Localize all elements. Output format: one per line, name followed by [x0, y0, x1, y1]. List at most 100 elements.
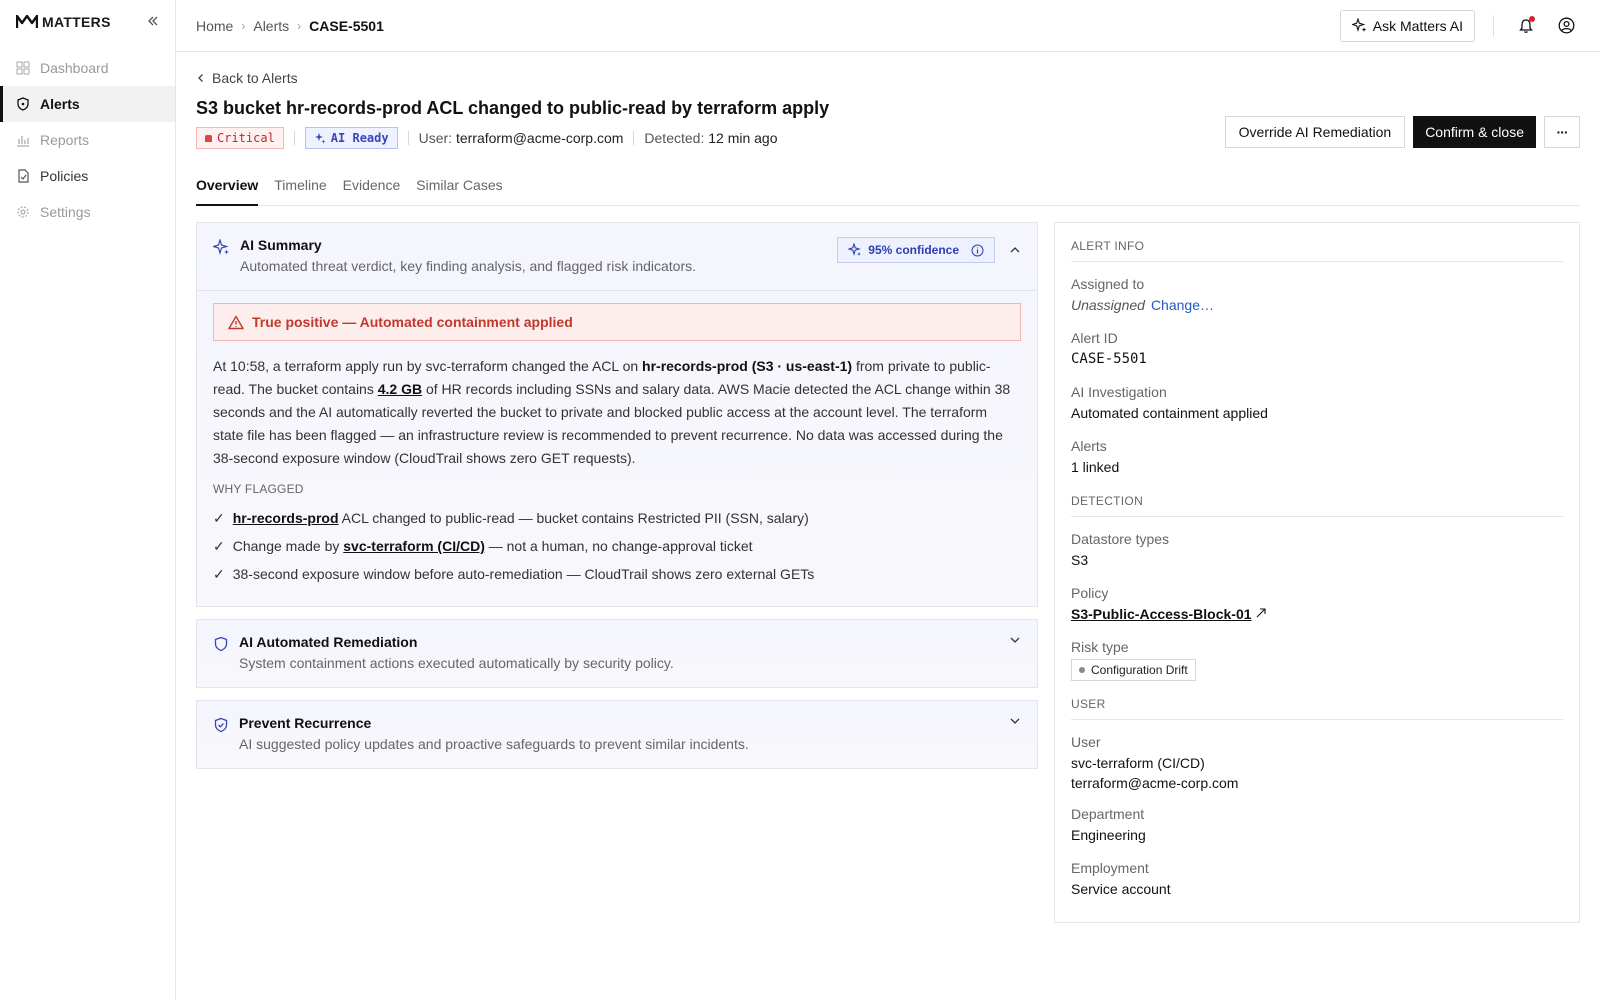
breadcrumb-alerts[interactable]: Alerts	[253, 18, 289, 34]
chevron-down-icon[interactable]	[1009, 715, 1021, 727]
why-flagged-list: ✓ hr-records-prod ACL changed to public-…	[213, 504, 1021, 588]
user-circle-icon	[1558, 17, 1574, 34]
policy-label: Policy	[1071, 585, 1109, 601]
prevent-recurrence-header[interactable]: Prevent Recurrence AI suggested policy u…	[197, 701, 1037, 768]
override-ai-remediation-button[interactable]: Override AI Remediation	[1224, 116, 1406, 148]
main-content: Back to Alerts S3 bucket hr-records-prod…	[196, 52, 1580, 923]
risk-type-field: Risk type Configuration Drift	[1071, 637, 1563, 681]
why-link[interactable]: hr-records-prod	[233, 510, 339, 526]
ai-summary-subtitle: Automated threat verdict, key finding an…	[240, 258, 697, 274]
confirm-close-button[interactable]: Confirm & close	[1413, 116, 1536, 148]
ask-matters-ai-button[interactable]: Ask Matters AI	[1339, 9, 1475, 42]
ai-summary-card: AI Summary Automated threat verdict, key…	[196, 222, 1038, 607]
risk-type-label: Risk type	[1071, 639, 1129, 655]
policy-link[interactable]: S3-Public-Access-Block-01	[1071, 606, 1252, 622]
sidebar-item-label: Settings	[40, 204, 91, 220]
department-value: Engineering	[1071, 827, 1146, 843]
user-email: terraform@acme-corp.com	[1071, 775, 1239, 791]
prevent-recurrence-title: Prevent Recurrence	[239, 715, 372, 731]
sidebar-item-settings[interactable]: Settings	[0, 194, 175, 230]
divider	[1493, 14, 1494, 37]
ai-remediation-header[interactable]: AI Automated Remediation System containm…	[197, 620, 1037, 687]
datastore-field: Datastore types S3	[1071, 529, 1563, 571]
sidebar: MATTERS Dashboard Alerts Reports Policie…	[0, 0, 176, 1000]
why-flagged-item: ✓ 38-second exposure window before auto-…	[213, 560, 1021, 588]
grid-icon	[16, 61, 30, 75]
back-to-alerts-link[interactable]: Back to Alerts	[196, 70, 1580, 86]
sidebar-item-label: Dashboard	[40, 60, 109, 76]
divider	[407, 131, 409, 145]
detected-meta: Detected: 12 min ago	[644, 130, 777, 146]
summary-size: 4.2 GB	[377, 381, 423, 397]
breadcrumb: Home › Alerts › CASE-5501	[196, 18, 384, 34]
page-title: S3 bucket hr-records-prod ACL changed to…	[196, 98, 830, 118]
chevron-up-icon[interactable]	[1009, 244, 1021, 256]
department-field: Department Engineering	[1071, 804, 1563, 846]
user-meta: User: terraform@acme-corp.com	[419, 130, 624, 146]
ai-remediation-subtitle: System containment actions executed auto…	[239, 655, 674, 671]
summary-text: At 10:58, a terraform apply run by svc-t…	[213, 358, 643, 374]
ai-status-label: AI Ready	[330, 131, 389, 145]
tab-evidence[interactable]: Evidence	[343, 177, 401, 206]
why-link[interactable]: svc-terraform (CI/CD)	[343, 538, 485, 554]
tab-overview[interactable]: Overview	[196, 177, 259, 206]
divider	[633, 131, 635, 145]
change-assignee-link[interactable]: Change…	[1151, 297, 1214, 313]
ai-status-badge: AI Ready	[304, 127, 398, 149]
employment-label: Employment	[1071, 860, 1149, 876]
alerts-field: Alerts 1 linked	[1071, 436, 1563, 478]
sidebar-item-alerts[interactable]: Alerts	[0, 86, 175, 122]
breadcrumb-home[interactable]: Home	[196, 18, 233, 34]
tab-similar-cases[interactable]: Similar Cases	[416, 177, 502, 206]
assignee: Unassigned	[1071, 297, 1145, 313]
alert-id-value: CASE-5501	[1071, 351, 1147, 367]
user-heading: USER	[1071, 697, 1563, 720]
chevron-down-icon[interactable]	[1009, 634, 1021, 646]
ai-investigation-label: AI Investigation	[1071, 384, 1167, 400]
sidebar-item-dashboard[interactable]: Dashboard	[0, 50, 175, 86]
alert-info-heading: ALERT INFO	[1071, 239, 1563, 262]
why-text-post: — not a human, no change-approval ticket	[484, 538, 753, 554]
why-text-pre: 38-second exposure window before auto-re…	[232, 566, 815, 582]
shield-check-icon	[214, 717, 228, 733]
policy-field: Policy S3-Public-Access-Block-01	[1071, 583, 1563, 625]
alert-meta: Critical AI Ready User: terraform@acme-c…	[196, 127, 829, 149]
risk-type-value: Configuration Drift	[1091, 663, 1188, 677]
ai-summary-heading: AI Summary Automated threat verdict, key…	[240, 237, 696, 274]
ai-summary-header[interactable]: AI Summary Automated threat verdict, key…	[197, 223, 1037, 290]
more-actions-button[interactable]: ···	[1544, 116, 1580, 148]
title-row: S3 bucket hr-records-prod ACL changed to…	[196, 98, 1580, 149]
prevent-recurrence-card: Prevent Recurrence AI suggested policy u…	[196, 700, 1038, 769]
info-icon[interactable]	[971, 244, 984, 257]
why-flagged-item: ✓ Change made by svc-terraform (CI/CD) —…	[213, 532, 1021, 560]
sidebar-item-reports[interactable]: Reports	[0, 122, 175, 158]
confidence-badge: 95% confidence	[837, 237, 995, 263]
collapse-sidebar-icon[interactable]	[147, 14, 159, 30]
back-label: Back to Alerts	[212, 70, 298, 86]
severity-badge: Critical	[196, 127, 284, 149]
sparkle-icon	[1351, 18, 1367, 32]
confidence-label: 95% confidence	[868, 243, 959, 257]
chevron-right-icon: ›	[241, 18, 246, 33]
brand-logo[interactable]: MATTERS	[16, 14, 111, 30]
sparkle-icon	[314, 133, 326, 144]
left-column: AI Summary Automated threat verdict, key…	[196, 222, 1038, 923]
detection-heading: DETECTION	[1071, 494, 1563, 517]
assigned-value: Unassigned Change…	[1071, 294, 1563, 316]
why-flagged-item: ✓ hr-records-prod ACL changed to public-…	[213, 504, 1021, 532]
datastore-value: S3	[1071, 552, 1089, 568]
account-button[interactable]	[1552, 12, 1580, 40]
tab-timeline[interactable]: Timeline	[274, 177, 326, 206]
external-link-icon[interactable]	[1255, 607, 1267, 619]
detected-meta-label: Detected:	[644, 130, 705, 146]
prevent-recurrence-heading: Prevent Recurrence AI suggested policy u…	[239, 715, 749, 752]
check-icon: ✓	[213, 537, 225, 554]
prevent-recurrence-controls	[1009, 715, 1021, 727]
page-actions: Override AI Remediation Confirm & close …	[1224, 116, 1580, 148]
ai-summary-controls: 95% confidence	[837, 237, 1021, 263]
breadcrumb-current: CASE-5501	[309, 17, 384, 34]
sidebar-item-policies[interactable]: Policies	[0, 158, 175, 194]
notifications-button[interactable]	[1512, 12, 1540, 40]
notification-dot	[1529, 15, 1535, 22]
ai-summary-body: True positive — Automated containment ap…	[197, 290, 1037, 606]
